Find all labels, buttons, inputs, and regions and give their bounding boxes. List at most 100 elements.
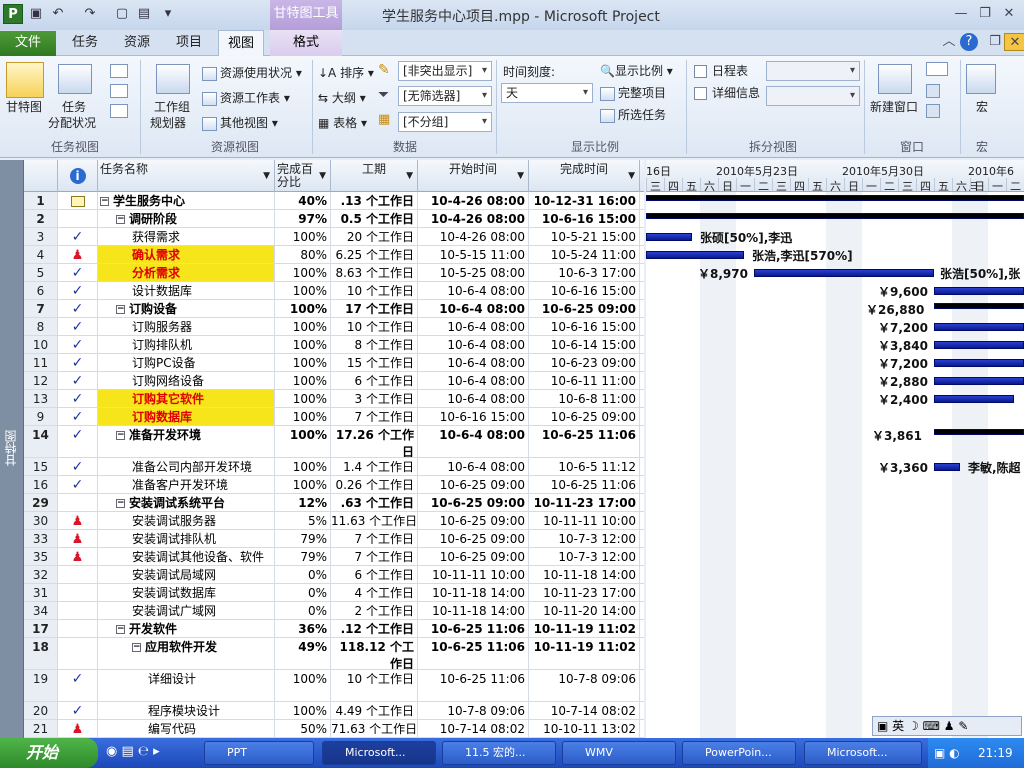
task-row[interactable]: 31 安装调试数据库 0% 4 个工作日 10-11-18 14:00 10-11-23 … (24, 584, 644, 602)
task-name-cell[interactable]: 安装调试局域网 (98, 566, 275, 583)
start-cell[interactable]: 10-6-25 11:06 (418, 670, 529, 701)
indicator-cell[interactable]: ✓ (58, 300, 98, 317)
start-cell[interactable]: 10-6-4 08:00 (418, 282, 529, 299)
task-row[interactable]: 16 ✓ 准备客户开发环境 100% 0.26 个工作日 10-6-25 09:00 10-… (24, 476, 644, 494)
task-row[interactable]: 6 ✓ 设计数据库 100% 10 个工作日 10-6-4 08:00 10-6-16 15… (24, 282, 644, 300)
task-row[interactable]: 2− 调研阶段 97% 0.5 个工作日 10-4-26 08:00 10-6-16 15… (24, 210, 644, 228)
duration-cell[interactable]: 20 个工作日 (331, 228, 418, 245)
start-cell[interactable]: 10-6-25 09:00 (418, 530, 529, 547)
ime-toolbar[interactable]: ▣ 英 ☽ ⌨ ♟ ✎ (872, 716, 1022, 736)
percent-complete-cell[interactable]: 100% (275, 228, 331, 245)
collapse-toggle-icon[interactable]: − (100, 197, 109, 206)
tab-resource[interactable]: 资源 (120, 30, 154, 56)
task-row[interactable]: 1− 学生服务中心 40% .13 个工作日 10-4-26 08:00 10-12-31… (24, 192, 644, 210)
percent-complete-cell[interactable]: 49% (275, 638, 331, 669)
duration-cell[interactable]: 71.63 个工作日 (331, 720, 418, 737)
task-usage-button-line2[interactable]: 分配状况 (48, 114, 96, 131)
duration-cell[interactable]: 17 个工作日 (331, 300, 418, 317)
duration-cell[interactable]: 2 个工作日 (331, 602, 418, 619)
task-row[interactable]: 3 ✓ 获得需求 100% 20 个工作日 10-4-26 08:00 10-5-21 15… (24, 228, 644, 246)
percent-complete-cell[interactable]: 0% (275, 602, 331, 619)
percent-complete-cell[interactable]: 100% (275, 702, 331, 719)
finish-cell[interactable]: 10-6-14 15:00 (529, 336, 640, 353)
other-views-button[interactable]: 其他视图 ▾ (202, 114, 278, 131)
start-cell[interactable]: 10-6-4 08:00 (418, 372, 529, 389)
finish-cell[interactable]: 10-6-16 15:00 (529, 210, 640, 227)
duration-cell[interactable]: 10 个工作日 (331, 282, 418, 299)
task-row[interactable]: 34 安装调试广域网 0% 2 个工作日 10-11-18 14:00 10-11-20 … (24, 602, 644, 620)
arrange-all-icon[interactable] (926, 84, 940, 98)
indicator-cell[interactable]: ✓ (58, 426, 98, 457)
row-id[interactable]: 34 (24, 602, 58, 619)
row-id[interactable]: 7 (24, 300, 58, 317)
duration-cell[interactable]: 1.4 个工作日 (331, 458, 418, 475)
highlight-dropdown[interactable]: [非突出显示] (398, 61, 492, 81)
help-icon[interactable]: ? (960, 33, 978, 51)
customize-quick-access-icon[interactable]: ▾ (160, 5, 176, 23)
indicator-cell[interactable]: ✓ (58, 228, 98, 245)
task-name-cell[interactable]: 订购服务器 (98, 318, 275, 335)
finish-cell[interactable]: 10-11-19 11:02 (529, 638, 640, 669)
quick-launch-icons[interactable]: ◉ ▤ ℮ ▸ (106, 744, 160, 759)
undo-icon[interactable]: ↶ (50, 5, 66, 23)
task-name-cell[interactable]: − 订购设备 (98, 300, 275, 317)
start-cell[interactable]: 10-6-16 15:00 (418, 408, 529, 425)
task-row[interactable]: 29− 安装调试系统平台 12% .63 个工作日 10-6-25 09:00 10-11… (24, 494, 644, 512)
row-id[interactable]: 33 (24, 530, 58, 547)
calendar-view-icon[interactable] (110, 64, 128, 78)
task-name-cell[interactable]: 安装调试排队机 (98, 530, 275, 547)
row-id[interactable]: 14 (24, 426, 58, 457)
timeline-view-dropdown[interactable] (766, 61, 860, 81)
percent-complete-cell[interactable]: 100% (275, 372, 331, 389)
task-row[interactable]: 9 ✓ 订购数据库 100% 7 个工作日 10-6-16 15:00 10-6-25 09… (24, 408, 644, 426)
indicator-cell[interactable]: ✓ (58, 476, 98, 493)
row-id[interactable]: 19 (24, 670, 58, 701)
indicator-cell[interactable]: ♟ (58, 512, 98, 529)
collapse-toggle-icon[interactable]: − (116, 431, 125, 440)
duration-cell[interactable]: 7 个工作日 (331, 548, 418, 565)
duration-cell[interactable]: .13 个工作日 (331, 192, 418, 209)
start-cell[interactable]: 10-6-4 08:00 (418, 426, 529, 457)
macro-icon[interactable] (966, 64, 996, 94)
task-row[interactable]: 11 ✓ 订购PC设备 100% 15 个工作日 10-6-4 08:00 10-6-23 … (24, 354, 644, 372)
summary-bar[interactable] (646, 213, 1024, 219)
start-cell[interactable]: 10-6-4 08:00 (418, 354, 529, 371)
open-folder-icon[interactable]: ▤ (136, 5, 152, 23)
task-row[interactable]: 35 ♟ 安装调试其他设备、软件 79% 7 个工作日 10-6-25 09:00 10-7… (24, 548, 644, 566)
start-cell[interactable]: 10-6-4 08:00 (418, 336, 529, 353)
task-name-cell[interactable]: 准备公司内部开发环境 (98, 458, 275, 475)
tray-icons[interactable]: ▣ ◐ (934, 738, 960, 768)
task-row[interactable]: 20 ✓ 程序模块设计 100% 4.49 个工作日 10-7-8 09:06 10-7-1… (24, 702, 644, 720)
task-name-cell[interactable]: 订购数据库 (98, 408, 275, 425)
percent-complete-cell[interactable]: 36% (275, 620, 331, 637)
duration-cell[interactable]: 10 个工作日 (331, 318, 418, 335)
sort-button[interactable]: ↓A 排序 ▾ (318, 64, 374, 81)
network-view-icon[interactable] (110, 84, 128, 98)
task-row[interactable]: 17− 开发软件 36% .12 个工作日 10-6-25 11:06 10-11-19 … (24, 620, 644, 638)
collapse-toggle-icon[interactable]: − (132, 643, 141, 652)
task-name-cell[interactable]: − 应用软件开发 (98, 638, 275, 669)
hide-window-icon[interactable] (926, 104, 940, 118)
start-cell[interactable]: 10-6-4 08:00 (418, 390, 529, 407)
percent-complete-cell[interactable]: 100% (275, 336, 331, 353)
indicator-cell[interactable]: ✓ (58, 390, 98, 407)
restore-doc-icon[interactable]: ❐ (984, 33, 1006, 51)
duration-cell[interactable]: .12 个工作日 (331, 620, 418, 637)
percent-complete-cell[interactable]: 100% (275, 318, 331, 335)
duration-cell[interactable]: .63 个工作日 (331, 494, 418, 511)
project-app-icon[interactable]: P (3, 4, 23, 24)
column-dropdown-icon[interactable]: ▼ (628, 170, 635, 183)
task-bar[interactable] (646, 233, 692, 241)
task-name-cell[interactable]: − 准备开发环境 (98, 426, 275, 457)
task-name-cell[interactable]: 获得需求 (98, 228, 275, 245)
task-name-cell[interactable]: 订购网络设备 (98, 372, 275, 389)
start-cell[interactable]: 10-6-4 08:00 (418, 318, 529, 335)
task-name-cell[interactable]: − 学生服务中心 (98, 192, 275, 209)
task-row[interactable]: 19 ✓ 详细设计 100% 10 个工作日 10-6-25 11:06 10-7-8 09… (24, 670, 644, 702)
task-name-cell[interactable]: − 调研阶段 (98, 210, 275, 227)
new-file-icon[interactable]: ▢ (114, 5, 130, 23)
task-bar[interactable] (934, 323, 1024, 331)
finish-cell[interactable]: 10-10-11 13:02 (529, 720, 640, 737)
percent-complete-cell[interactable]: 50% (275, 720, 331, 737)
row-id[interactable]: 10 (24, 336, 58, 353)
